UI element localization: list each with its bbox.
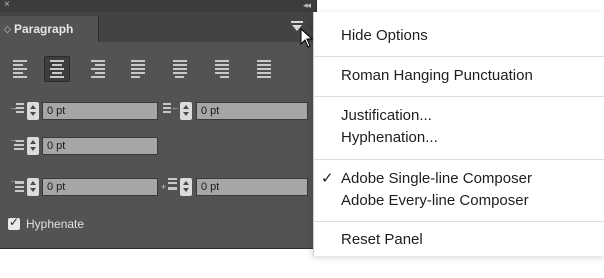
menu-item-justification[interactable]: Justification...	[341, 106, 432, 126]
tab-label: Paragraph	[14, 22, 74, 36]
panel-flyout-menu: Hide Options Roman Hanging Punctuation J…	[313, 12, 604, 256]
close-icon[interactable]: ×	[4, 0, 10, 11]
collapse-icon[interactable]: ◂◂	[303, 0, 311, 11]
hyphenate-label: Hyphenate	[26, 217, 85, 231]
panel-tab-row: ◇ Paragraph	[0, 12, 316, 42]
space-before-icon: →	[9, 175, 24, 192]
menu-item-single-line-composer[interactable]: Adobe Single-line Composer	[341, 169, 532, 189]
menu-separator	[314, 96, 604, 97]
checkmark-icon: ✓	[321, 170, 334, 187]
menu-separator	[314, 56, 604, 57]
hyphenate-checkbox[interactable]: ✓	[8, 215, 20, 230]
menu-lines-icon	[291, 21, 303, 23]
space-after-field[interactable]: 0 pt	[196, 178, 308, 196]
chevron-updown-icon: ◇	[4, 24, 11, 34]
right-indent-field[interactable]: 0 pt	[196, 102, 308, 120]
space-before-field[interactable]: 0 pt	[42, 178, 158, 196]
menu-item-reset-panel[interactable]: Reset Panel	[341, 230, 423, 250]
menu-item-every-line-composer[interactable]: Adobe Every-line Composer	[341, 191, 529, 211]
checkmark-icon: ✓	[9, 215, 20, 229]
space-after-icon: +	[161, 178, 177, 192]
first-line-indent-icon: →	[9, 134, 24, 151]
justify-all-button[interactable]	[252, 56, 278, 82]
panel-titlebar: × ◂◂	[0, 0, 316, 12]
right-indent-icon: ←	[163, 102, 180, 116]
menu-separator	[314, 221, 604, 222]
right-indent-stepper[interactable]	[180, 102, 192, 120]
justify-right-button[interactable]	[210, 56, 236, 82]
menu-item-roman-hanging-punctuation[interactable]: Roman Hanging Punctuation	[341, 66, 533, 86]
align-left-button[interactable]	[8, 56, 34, 82]
mouse-cursor-icon	[300, 28, 314, 48]
first-line-indent-field[interactable]: 0 pt	[42, 137, 158, 155]
left-indent-stepper[interactable]	[27, 102, 39, 120]
menu-item-hyphenation[interactable]: Hyphenation...	[341, 128, 438, 148]
left-indent-field[interactable]: 0 pt	[42, 102, 158, 120]
paragraph-panel: × ◂◂ ◇ Paragraph → 0 pt ← 0 pt → 0 pt → …	[0, 0, 317, 249]
align-center-button[interactable]	[44, 56, 70, 82]
menu-separator	[314, 159, 604, 160]
justify-left-button[interactable]	[126, 56, 152, 82]
align-right-button[interactable]	[86, 56, 112, 82]
space-after-stepper[interactable]	[180, 178, 192, 196]
justify-center-button[interactable]	[168, 56, 194, 82]
space-before-stepper[interactable]	[27, 178, 39, 196]
alignment-button-row	[8, 56, 308, 84]
tab-paragraph[interactable]: ◇ Paragraph	[0, 16, 99, 42]
menu-item-hide-options[interactable]: Hide Options	[341, 26, 428, 46]
left-indent-icon: →	[9, 102, 24, 116]
first-line-indent-stepper[interactable]	[27, 137, 39, 155]
